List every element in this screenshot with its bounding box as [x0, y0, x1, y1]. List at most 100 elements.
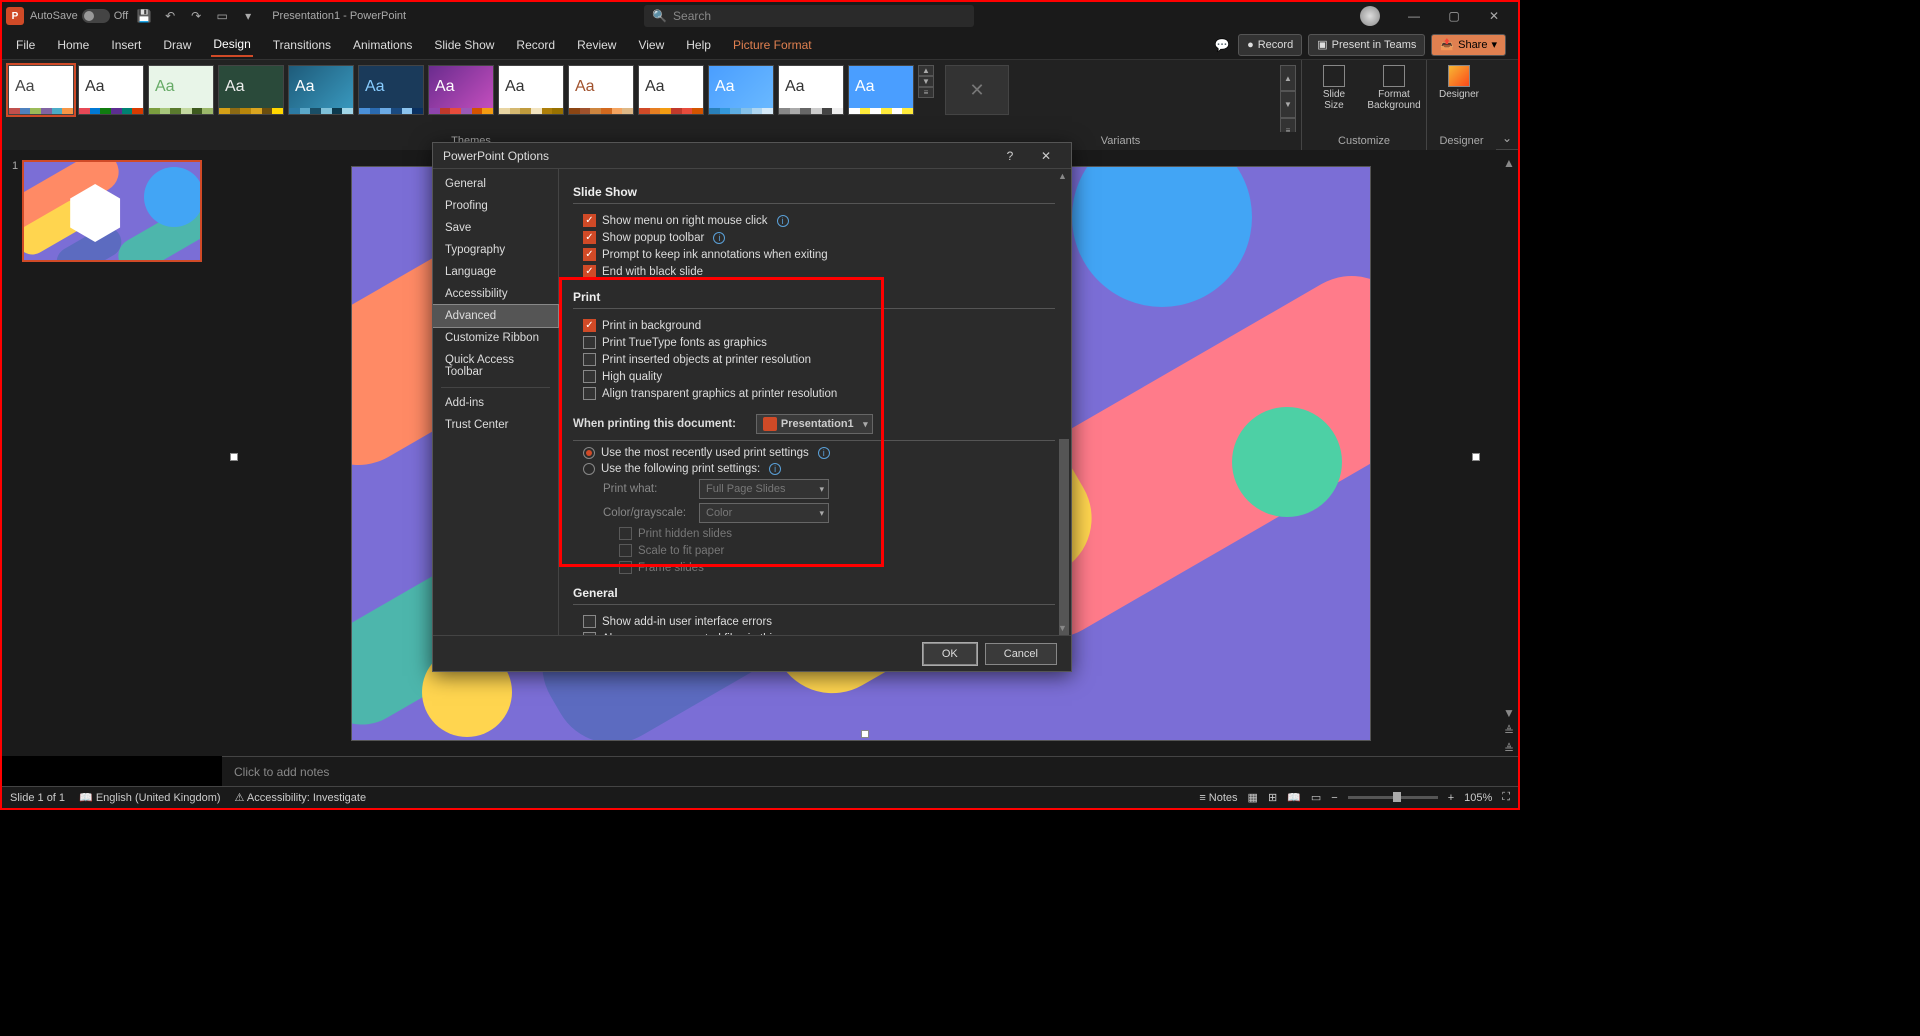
- cancel-button[interactable]: Cancel: [985, 643, 1057, 665]
- dialog-close-icon[interactable]: ✕: [1031, 149, 1061, 163]
- info-icon[interactable]: i: [769, 463, 781, 475]
- theme-thumb[interactable]: Aa: [428, 65, 494, 115]
- chk-menu-right[interactable]: ✓: [583, 214, 596, 227]
- notes-pane[interactable]: Click to add notes: [222, 756, 1518, 786]
- info-icon[interactable]: i: [818, 447, 830, 459]
- tab-review[interactable]: Review: [575, 34, 618, 56]
- status-slide: Slide 1 of 1: [10, 792, 65, 804]
- tab-record[interactable]: Record: [514, 34, 557, 56]
- tab-insert[interactable]: Insert: [109, 34, 143, 56]
- close-button[interactable]: ✕: [1474, 2, 1514, 30]
- radio-following-settings[interactable]: [583, 463, 595, 475]
- undo-icon[interactable]: ↶: [160, 6, 180, 26]
- view-sorter-icon[interactable]: ⊞: [1268, 791, 1277, 804]
- nav-typography[interactable]: Typography: [433, 239, 558, 261]
- qat-dropdown-icon[interactable]: ▾: [238, 6, 258, 26]
- minimize-button[interactable]: —: [1394, 2, 1434, 30]
- notes-button[interactable]: ≡ Notes: [1199, 792, 1237, 804]
- theme-thumb[interactable]: Aa: [568, 65, 634, 115]
- nav-qat[interactable]: Quick Access Toolbar: [433, 349, 558, 383]
- next-slide-icon[interactable]: ≜: [1504, 742, 1514, 756]
- fit-window-icon[interactable]: ⛶: [1502, 791, 1510, 804]
- nav-save[interactable]: Save: [433, 217, 558, 239]
- chk-end-black[interactable]: ✓: [583, 265, 596, 278]
- zoom-out-icon[interactable]: −: [1331, 792, 1337, 804]
- chk-high-quality[interactable]: [583, 370, 596, 383]
- tab-help[interactable]: Help: [684, 34, 713, 56]
- view-normal-icon[interactable]: ▦: [1248, 791, 1258, 804]
- zoom-slider[interactable]: [1348, 796, 1438, 799]
- theme-thumb[interactable]: Aa: [708, 65, 774, 115]
- tab-home[interactable]: Home: [55, 34, 91, 56]
- theme-thumb[interactable]: Aa: [78, 65, 144, 115]
- view-slideshow-icon[interactable]: ▭: [1311, 791, 1321, 804]
- user-avatar[interactable]: [1360, 6, 1380, 26]
- collapse-ribbon-icon[interactable]: ⌄: [1496, 127, 1518, 149]
- theme-thumb[interactable]: Aa: [8, 65, 74, 115]
- nav-advanced[interactable]: Advanced: [433, 305, 558, 327]
- status-accessibility[interactable]: ⚠ Accessibility: Investigate: [235, 791, 367, 804]
- nav-addins[interactable]: Add-ins: [433, 392, 558, 414]
- tab-animations[interactable]: Animations: [351, 34, 414, 56]
- nav-general[interactable]: General: [433, 173, 558, 195]
- save-icon[interactable]: 💾: [134, 6, 154, 26]
- tab-view[interactable]: View: [636, 34, 666, 56]
- search-input[interactable]: 🔍 Search: [644, 5, 974, 27]
- chk-prompt-ink[interactable]: ✓: [583, 248, 596, 261]
- chk-encrypted[interactable]: [583, 632, 596, 635]
- record-button[interactable]: ● Record: [1238, 34, 1302, 56]
- tab-design[interactable]: Design: [211, 33, 252, 57]
- scroll-down-icon[interactable]: ▼: [1503, 706, 1515, 720]
- dialog-help-icon[interactable]: ?: [995, 149, 1025, 163]
- info-icon[interactable]: i: [713, 232, 725, 244]
- nav-accessibility[interactable]: Accessibility: [433, 283, 558, 305]
- nav-trust[interactable]: Trust Center: [433, 414, 558, 436]
- comments-icon[interactable]: 💬: [1212, 35, 1232, 55]
- search-icon: 🔍: [652, 9, 667, 23]
- autosave-toggle[interactable]: [82, 9, 110, 23]
- chk-truetype[interactable]: [583, 336, 596, 349]
- theme-thumb[interactable]: Aa: [848, 65, 914, 115]
- radio-recent-settings[interactable]: [583, 447, 595, 459]
- prev-slide-icon[interactable]: ≜: [1504, 724, 1514, 738]
- present-teams-button[interactable]: ▣ Present in Teams: [1308, 34, 1425, 56]
- document-combo[interactable]: Presentation1: [756, 414, 873, 434]
- chk-addin-errors[interactable]: [583, 615, 596, 628]
- theme-thumb[interactable]: Aa: [638, 65, 704, 115]
- maximize-button[interactable]: ▢: [1434, 2, 1474, 30]
- variant-placeholder[interactable]: ✕: [945, 65, 1009, 115]
- info-icon[interactable]: i: [777, 215, 789, 227]
- nav-customize-ribbon[interactable]: Customize Ribbon: [433, 327, 558, 349]
- nav-proofing[interactable]: Proofing: [433, 195, 558, 217]
- ok-button[interactable]: OK: [923, 643, 977, 665]
- redo-icon[interactable]: ↷: [186, 6, 206, 26]
- customize-group-label: Customize: [1302, 132, 1426, 150]
- theme-thumb[interactable]: Aa: [218, 65, 284, 115]
- slide-thumbnail[interactable]: [22, 160, 202, 262]
- dialog-scrollbar[interactable]: ▲ ▼: [1055, 169, 1071, 635]
- theme-thumb[interactable]: Aa: [288, 65, 354, 115]
- tab-transitions[interactable]: Transitions: [271, 34, 333, 56]
- scroll-up-icon[interactable]: ▲: [1503, 156, 1515, 170]
- chk-align-transparent[interactable]: [583, 387, 596, 400]
- tab-picture-format[interactable]: Picture Format: [731, 34, 814, 56]
- chk-inserted[interactable]: [583, 353, 596, 366]
- theme-thumb[interactable]: Aa: [778, 65, 844, 115]
- from-beginning-icon[interactable]: ▭: [212, 6, 232, 26]
- share-button[interactable]: 📤 Share ▾: [1431, 34, 1506, 56]
- chk-popup[interactable]: ✓: [583, 231, 596, 244]
- theme-thumb[interactable]: Aa: [498, 65, 564, 115]
- chk-print-bg[interactable]: ✓: [583, 319, 596, 332]
- tab-slideshow[interactable]: Slide Show: [432, 34, 496, 56]
- view-reading-icon[interactable]: 📖: [1287, 791, 1301, 804]
- designer-button[interactable]: Designer: [1435, 65, 1483, 100]
- theme-thumb[interactable]: Aa: [148, 65, 214, 115]
- nav-language[interactable]: Language: [433, 261, 558, 283]
- theme-thumb[interactable]: Aa: [358, 65, 424, 115]
- themes-scroll[interactable]: ▲▼≡: [918, 65, 934, 98]
- tab-draw[interactable]: Draw: [161, 34, 193, 56]
- zoom-value[interactable]: 105%: [1464, 792, 1492, 804]
- tab-file[interactable]: File: [14, 34, 37, 56]
- zoom-in-icon[interactable]: +: [1448, 792, 1454, 804]
- status-lang[interactable]: 📖 English (United Kingdom): [79, 791, 221, 804]
